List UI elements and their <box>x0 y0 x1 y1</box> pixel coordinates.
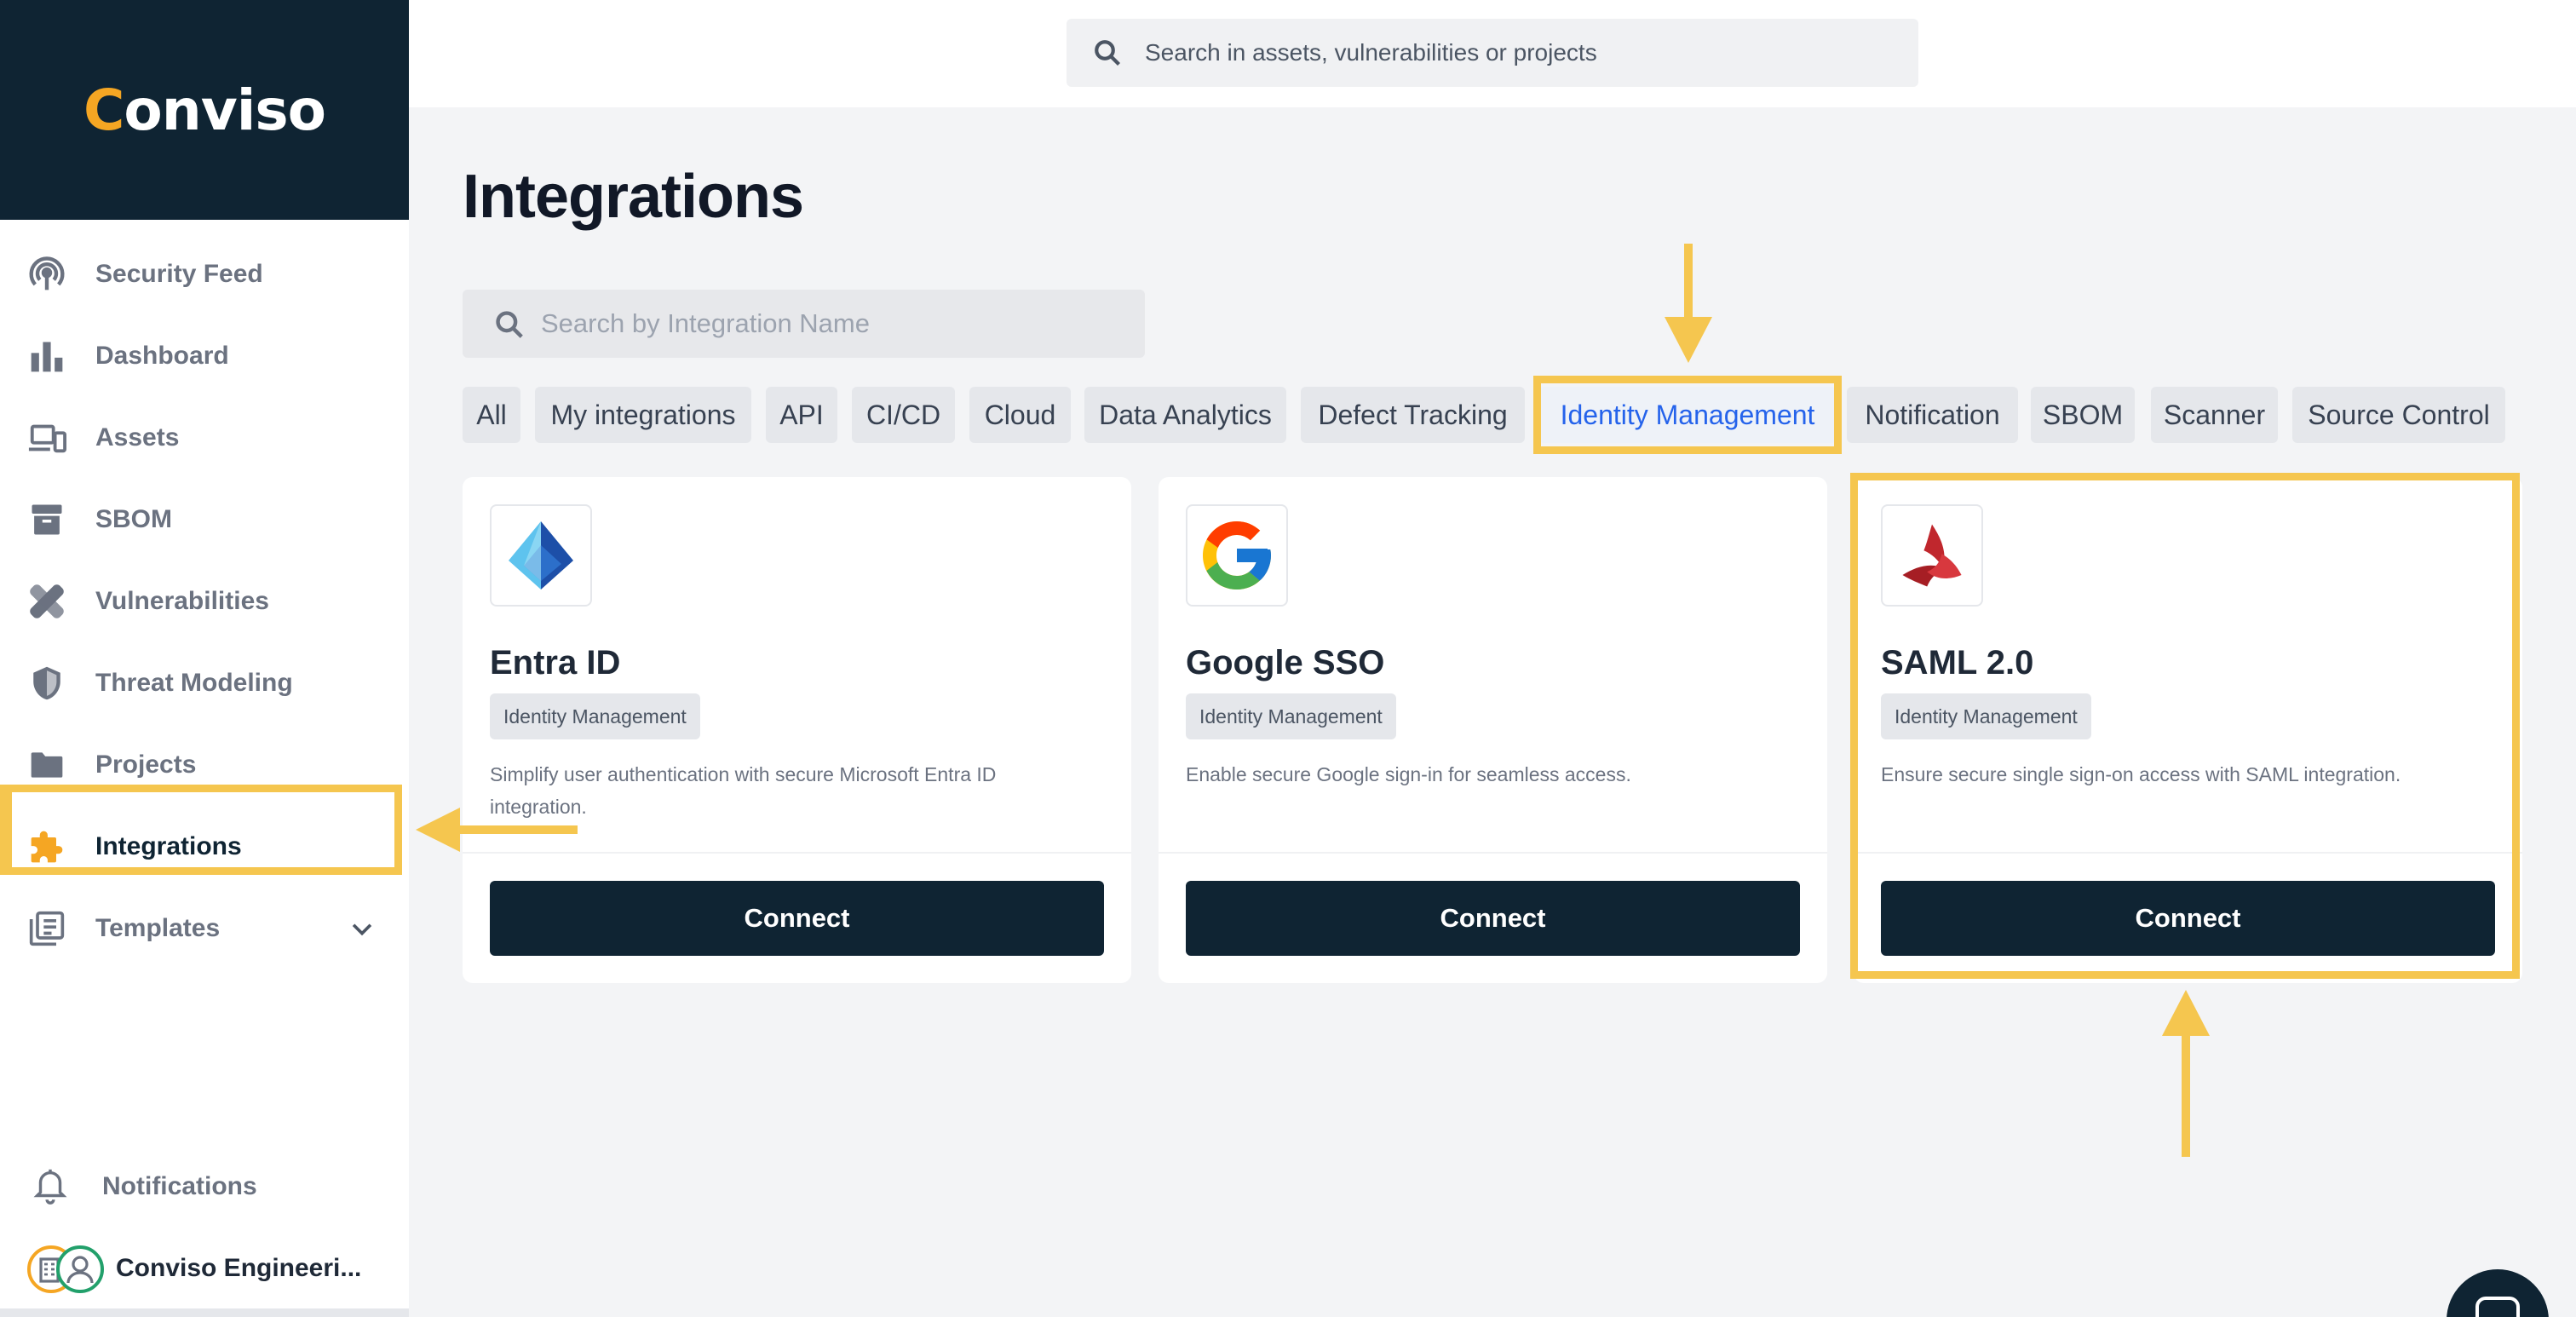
entra-id-icon <box>490 504 592 607</box>
arrow-up-icon <box>2162 990 2210 1157</box>
highlight-edge <box>0 789 12 871</box>
google-icon <box>1186 504 1288 607</box>
highlight-box-identity-management <box>1533 376 1842 454</box>
filter-chip-data-analytics[interactable]: Data Analytics <box>1084 387 1286 443</box>
bell-icon <box>31 1166 72 1207</box>
top-bar: Search in assets, vulnerabilities or pro… <box>409 0 2576 107</box>
sidebar-item-dashboard[interactable]: Dashboard <box>0 315 409 397</box>
integration-search-placeholder: Search by Integration Name <box>541 308 870 338</box>
integration-search-input[interactable]: Search by Integration Name <box>463 290 1145 358</box>
global-search-input[interactable]: Search in assets, vulnerabilities or pro… <box>1067 19 1918 87</box>
sidebar-item-label: Vulnerabilities <box>95 587 269 615</box>
integration-tag: Identity Management <box>1186 693 1396 739</box>
sidebar-item-label: SBOM <box>95 505 172 533</box>
filter-chip-sbom[interactable]: SBOM <box>2031 387 2135 443</box>
search-icon <box>493 308 526 341</box>
chat-icon <box>2475 1297 2520 1317</box>
sidebar-item-assets[interactable]: Assets <box>0 397 409 479</box>
integration-description: Enable secure Google sign-in for seamles… <box>1186 763 1631 785</box>
connect-button[interactable]: Connect <box>490 881 1104 956</box>
connect-button[interactable]: Connect <box>1186 881 1800 956</box>
brand-name-rest: onviso <box>124 77 326 143</box>
filter-chip-defect-tracking[interactable]: Defect Tracking <box>1301 387 1525 443</box>
templates-icon <box>27 909 66 948</box>
integration-description: Simplify user authentication with secure… <box>490 763 997 818</box>
filter-chip-all[interactable]: All <box>463 387 520 443</box>
sidebar-item-label: Assets <box>95 423 180 451</box>
filter-chip-scanner[interactable]: Scanner <box>2151 387 2278 443</box>
sidebar: Conviso Security Feed Dashboard Assets S… <box>0 0 409 1317</box>
highlight-box-integrations <box>0 785 402 875</box>
sidebar-item-label: Security Feed <box>95 260 263 288</box>
archive-icon <box>27 500 66 539</box>
page-title: Integrations <box>463 163 804 231</box>
sidebar-item-sbom[interactable]: SBOM <box>0 479 409 561</box>
brand-logo: Conviso <box>83 77 326 143</box>
sidebar-item-vulnerabilities[interactable]: Vulnerabilities <box>0 561 409 642</box>
sidebar-item-label: Projects <box>95 751 197 779</box>
shield-icon <box>27 664 66 703</box>
bar-chart-icon <box>27 336 66 376</box>
filter-chip-api[interactable]: API <box>766 387 837 443</box>
sidebar-item-label: Dashboard <box>95 342 229 370</box>
integration-name: Entra ID <box>490 644 621 682</box>
user-name: Conviso Engineeri... <box>116 1254 362 1282</box>
sidebar-item-label: Templates <box>95 914 221 942</box>
integration-card-entra-id: Entra ID Identity Management Simplify us… <box>463 477 1131 983</box>
filter-chip-cloud[interactable]: Cloud <box>969 387 1071 443</box>
chat-launcher-button[interactable] <box>2447 1269 2549 1317</box>
podcast-icon <box>27 255 66 294</box>
sidebar-scrollbar <box>0 1308 409 1317</box>
devices-icon <box>27 418 66 457</box>
filter-chip-my-integrations[interactable]: My integrations <box>535 387 751 443</box>
chevron-down-icon[interactable] <box>348 914 377 943</box>
integration-name: Google SSO <box>1186 644 1385 682</box>
filter-chip-ci-cd[interactable]: CI/CD <box>852 387 955 443</box>
notifications-button[interactable]: Notifications <box>0 1148 409 1225</box>
arrow-down-icon <box>1665 244 1712 363</box>
arrow-left-icon <box>416 808 578 852</box>
user-menu[interactable]: Conviso Engineeri... <box>0 1230 409 1307</box>
sidebar-item-templates[interactable]: Templates <box>0 888 409 969</box>
avatar <box>56 1245 104 1293</box>
integration-tag: Identity Management <box>490 693 700 739</box>
integration-card-google-sso: Google SSO Identity Management Enable se… <box>1159 477 1827 983</box>
bandage-icon <box>27 582 66 621</box>
highlight-box-saml-card <box>1850 473 2520 979</box>
logo-area[interactable]: Conviso <box>0 0 409 220</box>
filter-chip-source-control[interactable]: Source Control <box>2292 387 2505 443</box>
sidebar-item-threat-modeling[interactable]: Threat Modeling <box>0 642 409 724</box>
global-search-placeholder: Search in assets, vulnerabilities or pro… <box>1145 39 1597 66</box>
card-divider <box>1159 852 1827 854</box>
sidebar-item-label: Threat Modeling <box>95 669 293 697</box>
folder-icon <box>27 745 66 785</box>
search-icon <box>1092 37 1123 68</box>
filter-chip-notification[interactable]: Notification <box>1847 387 2018 443</box>
sidebar-item-security-feed[interactable]: Security Feed <box>0 233 409 315</box>
notifications-label: Notifications <box>102 1172 257 1200</box>
